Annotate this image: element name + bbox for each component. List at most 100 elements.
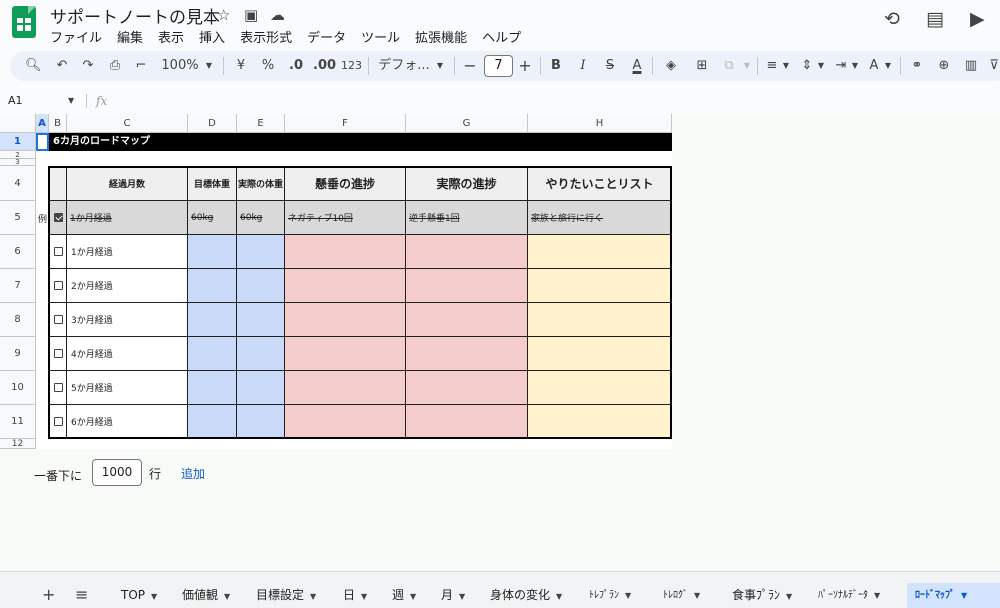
actual-progress-cell[interactable] bbox=[406, 337, 528, 371]
hope-progress-cell[interactable] bbox=[285, 303, 406, 337]
month-cell[interactable]: 4か月経過 bbox=[67, 337, 188, 371]
column-header-f[interactable]: F bbox=[285, 114, 406, 133]
select-all-corner[interactable] bbox=[0, 114, 36, 133]
actual-weight-cell[interactable] bbox=[237, 269, 285, 303]
header-actual-progress[interactable]: 実際の進捗 bbox=[406, 166, 528, 201]
row-header-12[interactable]: 12 bbox=[0, 439, 36, 449]
tab-day[interactable]: 日 ▼ bbox=[343, 583, 367, 608]
example-target-weight[interactable]: 60kg bbox=[188, 201, 237, 235]
checkbox-icon[interactable] bbox=[54, 247, 63, 256]
hope-progress-cell[interactable] bbox=[285, 269, 406, 303]
example-hope-progress[interactable]: ネガティブ10回 bbox=[285, 201, 406, 235]
row-header-4[interactable]: 4 bbox=[0, 166, 36, 201]
actual-weight-cell[interactable] bbox=[237, 337, 285, 371]
tab-week[interactable]: 週 ▼ bbox=[392, 583, 416, 608]
zoom-select[interactable]: 100% bbox=[160, 51, 200, 81]
insert-link-icon[interactable]: ⚭ bbox=[908, 51, 926, 81]
font-size-decrease-button[interactable]: − bbox=[463, 51, 477, 81]
selected-cell-a1[interactable] bbox=[36, 133, 49, 151]
actual-progress-cell[interactable] bbox=[406, 269, 528, 303]
actual-progress-cell[interactable] bbox=[406, 235, 528, 269]
bold-button[interactable]: B bbox=[549, 51, 563, 81]
decrease-decimal-button[interactable]: .0 bbox=[286, 51, 306, 81]
filter-icon[interactable]: ⊽ bbox=[988, 51, 1000, 81]
target-weight-cell[interactable] bbox=[188, 405, 237, 439]
tab-training-log[interactable]: ﾄﾚﾛｸﾞ ▼ bbox=[663, 583, 700, 608]
column-header-g[interactable]: G bbox=[406, 114, 528, 133]
chevron-down-icon[interactable]: ▼ bbox=[224, 592, 230, 601]
target-weight-cell[interactable] bbox=[188, 371, 237, 405]
text-color-button[interactable]: A bbox=[628, 51, 646, 81]
wishlist-cell[interactable] bbox=[528, 269, 672, 303]
month-cell[interactable]: 2か月経過 bbox=[67, 269, 188, 303]
paint-format-icon[interactable]: ⌐ bbox=[133, 51, 149, 81]
chevron-down-icon[interactable]: ▼ bbox=[850, 51, 860, 81]
hope-progress-cell[interactable] bbox=[285, 235, 406, 269]
actual-weight-cell[interactable] bbox=[237, 303, 285, 337]
actual-progress-cell[interactable] bbox=[406, 371, 528, 405]
month-cell[interactable]: 5か月経過 bbox=[67, 371, 188, 405]
comments-icon[interactable]: ▤ bbox=[926, 8, 944, 30]
tab-personal-data[interactable]: ﾊﾟｰｿﾅﾙﾃﾞｰﾀ ▼ bbox=[818, 583, 880, 608]
tab-month[interactable]: 月 ▼ bbox=[441, 583, 465, 608]
sheet-title-cell[interactable]: 6カ月のロードマップ bbox=[49, 133, 672, 151]
checkbox-icon[interactable] bbox=[54, 315, 63, 324]
search-menus-icon[interactable]: 🔍︎ bbox=[25, 51, 42, 81]
row-header-5[interactable]: 5 bbox=[0, 201, 36, 235]
undo-icon[interactable]: ↶ bbox=[54, 51, 70, 81]
percent-format-button[interactable]: % bbox=[259, 51, 277, 81]
chevron-down-icon[interactable]: ▼ bbox=[434, 51, 446, 81]
chevron-down-icon[interactable]: ▼ bbox=[961, 591, 967, 600]
wishlist-cell[interactable] bbox=[528, 303, 672, 337]
cloud-status-icon[interactable]: ☁ bbox=[270, 6, 285, 24]
row-header-6[interactable]: 6 bbox=[0, 235, 36, 269]
chevron-down-icon[interactable]: ▼ bbox=[556, 592, 562, 601]
column-header-d[interactable]: D bbox=[188, 114, 237, 133]
sheets-logo-icon[interactable] bbox=[12, 6, 36, 38]
vertical-align-icon[interactable]: ⇕ bbox=[799, 51, 815, 81]
chevron-down-icon[interactable]: ▼ bbox=[816, 51, 826, 81]
fill-color-icon[interactable]: ◈ bbox=[662, 51, 680, 81]
row-header-11[interactable]: 11 bbox=[0, 405, 36, 439]
chevron-down-icon[interactable]: ▼ bbox=[883, 51, 893, 81]
target-weight-cell[interactable] bbox=[188, 337, 237, 371]
chevron-down-icon[interactable]: ▼ bbox=[68, 90, 74, 112]
actual-weight-cell[interactable] bbox=[237, 235, 285, 269]
menu-tools[interactable]: ツール bbox=[361, 27, 400, 46]
chevron-down-icon[interactable]: ▼ bbox=[874, 591, 880, 600]
hope-progress-cell[interactable] bbox=[285, 337, 406, 371]
chevron-down-icon[interactable]: ▼ bbox=[786, 592, 792, 601]
row-header-7[interactable]: 7 bbox=[0, 269, 36, 303]
menu-file[interactable]: ファイル bbox=[50, 27, 102, 46]
menu-insert[interactable]: 挿入 bbox=[199, 27, 225, 46]
horizontal-scrollbar[interactable] bbox=[0, 571, 1000, 582]
column-header-a[interactable]: A bbox=[36, 114, 49, 133]
example-month[interactable]: 1か月経過 bbox=[67, 201, 188, 235]
header-actual-weight[interactable]: 実際の体重 bbox=[237, 166, 285, 201]
increase-decimal-button[interactable]: .00 bbox=[313, 51, 336, 81]
chevron-down-icon[interactable]: ▼ bbox=[410, 592, 416, 601]
insert-chart-icon[interactable]: ▥ bbox=[962, 51, 980, 81]
header-wishlist[interactable]: やりたいことリスト bbox=[528, 166, 672, 201]
chevron-down-icon[interactable]: ▼ bbox=[203, 51, 215, 81]
column-header-b[interactable]: B bbox=[49, 114, 67, 133]
star-icon[interactable]: ☆ bbox=[217, 6, 230, 24]
header-hope-progress[interactable]: 懸垂の進捗 bbox=[285, 166, 406, 201]
chevron-down-icon[interactable]: ▼ bbox=[694, 591, 700, 600]
print-icon[interactable]: ⎙ bbox=[106, 51, 124, 81]
checkbox-icon[interactable] bbox=[54, 281, 63, 290]
merge-cells-icon[interactable]: ⧉ bbox=[720, 51, 738, 81]
chevron-down-icon[interactable]: ▼ bbox=[781, 51, 791, 81]
text-wrapping-icon[interactable]: ⇥ bbox=[833, 51, 849, 81]
row-header-9[interactable]: 9 bbox=[0, 337, 36, 371]
add-rows-button[interactable]: 追加 bbox=[181, 465, 205, 482]
horizontal-align-icon[interactable]: ≡ bbox=[764, 51, 780, 81]
insert-comment-icon[interactable]: ⊕ bbox=[935, 51, 953, 81]
actual-weight-cell[interactable] bbox=[237, 405, 285, 439]
chevron-down-icon[interactable]: ▼ bbox=[625, 591, 631, 600]
tab-roadmap-active[interactable]: ﾛｰﾄﾞﾏｯﾌﾟ ▼ bbox=[907, 583, 1000, 608]
tab-top[interactable]: TOP ▼ bbox=[121, 583, 157, 608]
month-cell[interactable]: 3か月経過 bbox=[67, 303, 188, 337]
document-title[interactable]: サポートノートの見本 bbox=[50, 3, 220, 28]
checkbox-icon[interactable] bbox=[54, 417, 63, 426]
